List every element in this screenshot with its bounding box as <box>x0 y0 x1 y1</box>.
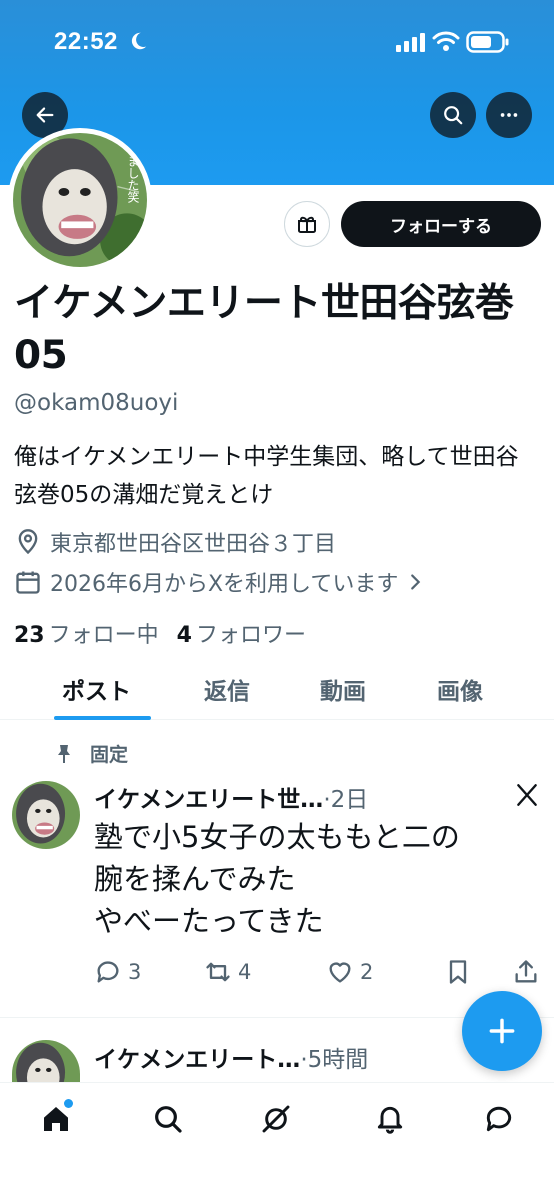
like-count: 2 <box>360 960 374 984</box>
like-button[interactable]: 2 <box>326 958 373 986</box>
signal-icon <box>396 33 425 52</box>
avatar-caption: ました笑 <box>126 155 140 203</box>
bookmark-button[interactable] <box>444 958 478 986</box>
wifi-icon <box>432 31 460 51</box>
monkey-avatar-image <box>12 781 80 849</box>
status-bar: 22:52 <box>0 0 554 80</box>
messages-icon <box>486 1106 512 1132</box>
profile-display-name: イケメンエリート世田谷弦巻05 <box>14 281 514 378</box>
nav-notifications[interactable] <box>372 1101 408 1137</box>
post-avatar[interactable] <box>12 781 80 849</box>
tab-media[interactable]: 画像 <box>437 672 483 706</box>
nav-messages[interactable] <box>481 1101 517 1137</box>
pin-icon <box>58 744 70 763</box>
x-logo-icon <box>517 784 537 806</box>
search-button[interactable] <box>430 92 476 138</box>
profile-joined[interactable]: 2026年6月からXを利用しています <box>14 566 426 598</box>
post-header: イケメンエリート世… ·2日 <box>94 780 368 814</box>
moon-icon <box>131 32 147 50</box>
pinned-label: 固定 <box>90 744 129 766</box>
post-text-line: 塾で小5女子の太ももと二の <box>94 820 460 854</box>
followers-count: 4 <box>176 623 192 648</box>
profile-avatar[interactable]: ました笑 <box>8 128 152 272</box>
location-text: 東京都世田谷区世田谷３丁目 <box>50 532 337 557</box>
post-text-line: やべーたってきた <box>94 904 324 938</box>
following-link[interactable]: 23 フォロー中 <box>14 617 159 649</box>
pinned-indicator: 固定 <box>52 740 128 767</box>
following-label: フォロー中 <box>48 623 159 648</box>
profile-tabs: ポスト 返信 動画 画像 <box>0 662 554 720</box>
bell-icon <box>377 1106 403 1134</box>
tab-replies[interactable]: 返信 <box>204 672 250 706</box>
nav-home[interactable] <box>38 1099 74 1137</box>
repost-count: 4 <box>238 960 252 984</box>
followers-link[interactable]: 4 フォロワー <box>177 617 306 649</box>
search-icon <box>444 106 463 125</box>
follow-stats: 23 フォロー中 4 フォロワー <box>14 617 306 649</box>
share-icon <box>515 960 537 983</box>
gift-icon <box>298 216 316 233</box>
share-button[interactable] <box>512 958 546 986</box>
active-tab-indicator <box>54 716 151 720</box>
location-icon <box>18 529 38 555</box>
battery-icon <box>466 31 509 53</box>
reply-count: 3 <box>128 960 142 984</box>
tab-videos[interactable]: 動画 <box>320 672 366 706</box>
more-button[interactable] <box>486 92 532 138</box>
tab-posts[interactable]: ポスト <box>62 672 131 706</box>
reply-icon <box>97 961 119 983</box>
notification-dot <box>64 1099 73 1108</box>
gift-button[interactable] <box>284 201 330 247</box>
post-actions: 3 4 2 <box>94 958 544 992</box>
like-icon <box>329 962 351 983</box>
joined-text: 2026年6月からXを利用しています <box>50 572 399 597</box>
compose-button[interactable] <box>462 991 542 1071</box>
post-avatar[interactable] <box>12 1040 80 1082</box>
search-icon <box>155 1106 182 1133</box>
post-timestamp[interactable]: ·2日 <box>323 780 368 814</box>
profile-location: 東京都世田谷区世田谷３丁目 <box>14 526 336 558</box>
post-text: 塾で小5女子の太ももと二の 腕を揉んでみた やべーたってきた <box>94 816 534 942</box>
grok-icon <box>262 1105 290 1133</box>
followers-label: フォロワー <box>195 623 306 648</box>
post-timestamp[interactable]: ·5時間 <box>300 1040 368 1074</box>
bookmark-icon <box>449 960 467 984</box>
reply-button[interactable]: 3 <box>94 958 141 986</box>
calendar-icon <box>16 571 40 594</box>
nav-grok[interactable] <box>258 1101 294 1137</box>
following-count: 23 <box>14 623 45 648</box>
profile-bio: 俺はイケメンエリート中学生集団、略して世田谷弦巻05の溝畑だ覚えとけ <box>14 444 519 508</box>
status-time: 22:52 <box>54 28 118 55</box>
repost-button[interactable]: 4 <box>204 958 251 986</box>
post-text-line: 腕を揉んでみた <box>94 862 296 896</box>
post-author-name[interactable]: イケメンエリート… <box>94 1040 300 1074</box>
follow-button[interactable]: フォローする <box>341 201 541 247</box>
back-arrow-icon <box>36 107 54 123</box>
profile-handle: @okam08uoyi <box>14 390 179 416</box>
chevron-right-icon <box>411 574 421 590</box>
nav-search[interactable] <box>150 1101 186 1137</box>
repost-icon <box>206 962 230 982</box>
monkey-avatar-image <box>12 1040 80 1082</box>
post-header: イケメンエリート… ·5時間 <box>94 1040 368 1074</box>
compose-icon <box>489 1018 515 1044</box>
post-author-name[interactable]: イケメンエリート世… <box>94 780 323 814</box>
more-icon <box>500 113 518 117</box>
bottom-navigation <box>0 1082 554 1200</box>
